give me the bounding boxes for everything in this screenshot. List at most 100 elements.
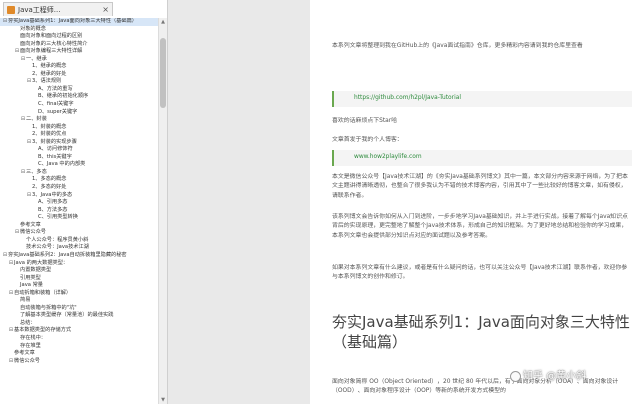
- tree-item[interactable]: ⊟三、多态: [0, 169, 158, 177]
- tree-item-label: 基本数据类型的存储方式: [14, 327, 72, 334]
- tree-item-label: 3、语法规则: [32, 78, 62, 85]
- tree-item[interactable]: 内置数据类型: [0, 267, 158, 275]
- tree-item-label: 参考文章: [14, 350, 35, 357]
- tree-item[interactable]: 面向对象和面向过程的区别: [0, 33, 158, 41]
- watermark: 知乎 @黄小斜: [510, 367, 586, 382]
- tree-item-label: 3、Java中的多态: [32, 191, 73, 198]
- zhihu-logo-icon: [510, 370, 521, 382]
- tree-item[interactable]: C、Java 中的内部类: [0, 161, 158, 169]
- tree-item-label: 3、封装的实现步骤: [32, 138, 77, 145]
- blog-link[interactable]: www.how2playlife.com: [354, 153, 422, 162]
- tree-item[interactable]: ⊟面向对象编程三大特性详解: [0, 48, 158, 56]
- tree-item-label: 1、多态的概念: [32, 176, 67, 183]
- tree-item-label: 1、封装的概念: [32, 123, 67, 130]
- tree-item-label: 总结：: [20, 319, 36, 326]
- tree-item-label: 参考文章: [20, 221, 41, 228]
- tree-item[interactable]: ⊟二、封装: [0, 116, 158, 124]
- tree-item[interactable]: ⊟3、Java中的多态: [0, 192, 158, 200]
- tree-item[interactable]: 参考文章: [0, 350, 158, 358]
- scroll-thumb[interactable]: [160, 38, 166, 108]
- star-paragraph: 喜欢的话麻烦点下Star哈: [332, 118, 398, 124]
- tree-item-label: 引用类型: [20, 274, 41, 281]
- tree-item-label: D、super关键字: [38, 108, 78, 115]
- article-title: 夯实Java基础系列1：Java面向对象三大特性（基础篇）: [332, 313, 630, 351]
- tree-item[interactable]: 了解基本类型缓存（常量池）的最佳实践: [0, 312, 158, 320]
- tree-item[interactable]: ⊟微信公众号: [0, 229, 158, 237]
- tree-item[interactable]: C、引用类型转换: [0, 214, 158, 222]
- tree-item-label: 自动装箱与拆箱中的"坑": [20, 304, 77, 311]
- tree-item[interactable]: ⊟3、语法规则: [0, 78, 158, 86]
- close-icon[interactable]: ×: [102, 3, 109, 17]
- tree-item[interactable]: ⊟夯实Java基础系列1：Java面向对象三大特性（基础篇）: [0, 18, 158, 26]
- tree-item-label: C、final关键字: [38, 101, 74, 108]
- tree-item[interactable]: 简易: [0, 297, 158, 305]
- series-paragraph: 该系列博文会告诉你如何从入门到进阶，一步步地学习Java基础知识，并上手进行实战…: [332, 214, 628, 239]
- tree-item[interactable]: 对象的概念: [0, 26, 158, 34]
- tree-item-label: A、引用多态: [38, 199, 68, 206]
- tree-item-label: A、方法的重写: [38, 85, 73, 92]
- tree-item-label: 对象的概念: [20, 25, 46, 32]
- outline-tab[interactable]: Java工程师... ×: [3, 2, 113, 16]
- tree-item[interactable]: ⊟基本数据类型的存储方式: [0, 327, 158, 335]
- tree-item-label: 面向对象和面向过程的区别: [20, 33, 83, 40]
- tree-item[interactable]: 存在栈中：: [0, 335, 158, 343]
- tree-item[interactable]: 存在堆里: [0, 343, 158, 351]
- tree-item-label: 2、继承的好处: [32, 70, 67, 77]
- tree-item[interactable]: 1、封装的概念: [0, 124, 158, 132]
- tree-item[interactable]: C、final关键字: [0, 101, 158, 109]
- tree-item-label: 简易: [20, 297, 31, 304]
- tree-item[interactable]: A、访问修饰符: [0, 146, 158, 154]
- tree-item[interactable]: A、引用多态: [0, 199, 158, 207]
- outline-tree: ⊟夯实Java基础系列1：Java面向对象三大特性（基础篇） 对象的概念 面向对象和…: [0, 18, 158, 404]
- tree-item[interactable]: 1、继承的概念: [0, 63, 158, 71]
- tree-item-label: 自动拆箱和装箱（详解）: [14, 289, 72, 296]
- tree-item[interactable]: 1、多态的概念: [0, 176, 158, 184]
- outline-scrollbar[interactable]: ▲ ▼: [158, 18, 167, 404]
- tree-item-label: 夯实Java基础系列1：Java面向对象三大特性（基础篇）: [8, 18, 137, 24]
- tree-item-label: B、方法多态: [38, 206, 68, 213]
- feedback-paragraph: 如果对本系列文章有什么建议，或者是有什么疑问的话，也可以关注公众号【Java技术…: [332, 265, 628, 281]
- tree-item[interactable]: D、super关键字: [0, 109, 158, 117]
- tree-item[interactable]: B、继承的初始化顺序: [0, 93, 158, 101]
- tree-item-label: 面向对象的三大核心特性简介: [20, 40, 88, 47]
- tree-item[interactable]: 技术公众号：Java技术江湖: [0, 244, 158, 252]
- tree-item[interactable]: 2、封装的优点: [0, 131, 158, 139]
- tree-item-label: 内置数据类型: [20, 267, 52, 274]
- tree-item-label: Java 的两大数据类型：: [14, 259, 69, 266]
- tree-item[interactable]: ⊟微信公众号: [0, 358, 158, 366]
- tree-item-label: 微信公众号: [20, 229, 46, 236]
- github-link[interactable]: https://github.com/h2pl/Java-Tutorial: [354, 94, 461, 103]
- outline-panel: Java工程师... × ⊟夯实Java基础系列1：Java面向对象三大特性（基…: [0, 0, 168, 404]
- tree-item-label: 面向对象编程三大特性详解: [20, 48, 83, 55]
- tree-item[interactable]: ⊟Java 的两大数据类型：: [0, 260, 158, 268]
- tree-item[interactable]: ⊟夯实Java基础系列2：Java自动拆装箱里隐藏的秘密: [0, 252, 158, 260]
- outline-tab-label: Java工程师...: [18, 6, 61, 14]
- tree-item[interactable]: ⊟3、封装的实现步骤: [0, 139, 158, 147]
- tree-item[interactable]: Java 常量: [0, 282, 158, 290]
- scroll-up-arrow-icon[interactable]: ▲: [159, 18, 167, 26]
- document-page: 本系列文章将整理到我在GitHub上的《Java面试指南》仓库，更多精彩内容请到…: [310, 0, 640, 404]
- tree-item-label: B、this关键字: [38, 153, 72, 160]
- tree-item-label: 了解基本类型缓存（常量池）的最佳实践: [20, 312, 114, 319]
- tree-item-label: 二、封装: [26, 116, 47, 123]
- tree-item-label: 夯实Java基础系列2：Java自动拆装箱里隐藏的秘密: [8, 251, 127, 258]
- document-gutter: [168, 0, 310, 404]
- tree-item-label: A、访问修饰符: [38, 146, 73, 153]
- tree-item-label: C、引用类型转换: [38, 214, 78, 221]
- tree-item[interactable]: B、方法多态: [0, 207, 158, 215]
- tree-item-label: 2、封装的优点: [32, 131, 67, 138]
- tree-item-label: 微信公众号: [14, 357, 40, 364]
- tree-item[interactable]: 2、多态的好处: [0, 184, 158, 192]
- tree-item-label: 一、继承: [26, 55, 47, 62]
- tree-item[interactable]: ⊟一、继承: [0, 56, 158, 64]
- tree-item-label: 1、继承的概念: [32, 63, 67, 70]
- blog-paragraph: 文章首发于我的个人博客：: [332, 137, 403, 143]
- tree-item-label: B、继承的初始化顺序: [38, 93, 89, 100]
- tree-item-label: 存在堆里: [20, 342, 41, 349]
- tree-item-label: 2、多态的好处: [32, 184, 67, 191]
- tree-item[interactable]: 2、继承的好处: [0, 71, 158, 79]
- tree-item[interactable]: 引用类型: [0, 275, 158, 283]
- source-paragraph: 本文是微信公众号【Java技术江湖】的《夯实Java基础系列博文》其中一篇，本文…: [332, 174, 628, 199]
- tree-item-label: Java 常量: [20, 282, 43, 289]
- scroll-down-arrow-icon[interactable]: ▼: [159, 396, 167, 404]
